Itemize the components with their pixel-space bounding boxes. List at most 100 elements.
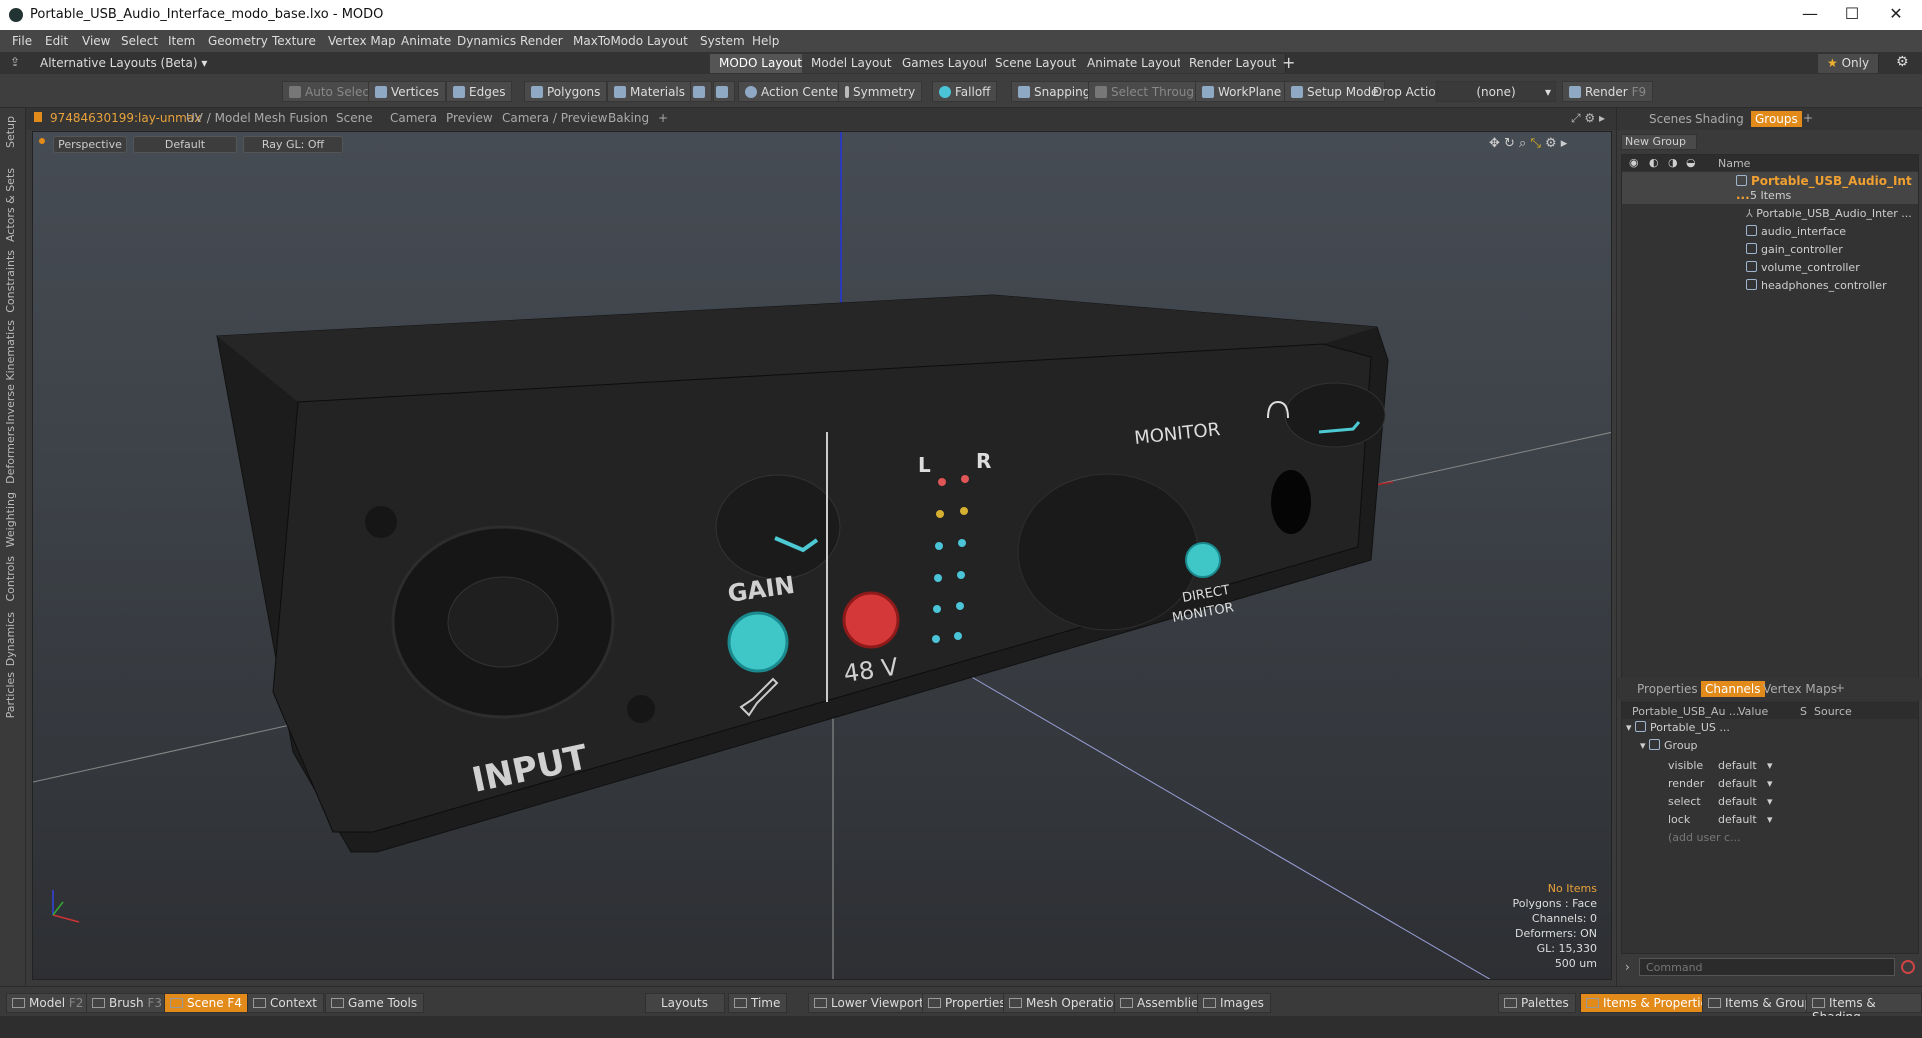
- menu-maxtomodo[interactable]: MaxToModo: [573, 34, 643, 48]
- command-input[interactable]: [1639, 958, 1895, 976]
- bottom-game-tools-button[interactable]: Game Tools: [325, 993, 425, 1013]
- vtab-setup[interactable]: Setup: [4, 116, 17, 148]
- vptab-preview[interactable]: Preview: [446, 111, 493, 125]
- action-center-button[interactable]: Action Center: [738, 81, 850, 102]
- bottom-items-shading-button[interactable]: Items & Shading: [1806, 993, 1922, 1024]
- channel-row[interactable]: select default ▾: [1622, 793, 1918, 811]
- workplane-button[interactable]: WorkPlane: [1195, 81, 1289, 102]
- bottom-lower-viewports-button[interactable]: Lower Viewports: [808, 993, 938, 1013]
- channel-row[interactable]: lock default ▾: [1622, 811, 1918, 829]
- symmetry-button[interactable]: Symmetry: [838, 81, 923, 102]
- menu-edit[interactable]: Edit: [45, 34, 68, 48]
- gear-icon[interactable]: ⚙: [1896, 54, 1909, 70]
- add-user-channel[interactable]: (add user c...: [1668, 831, 1741, 844]
- vtab-weighting[interactable]: Weighting: [4, 492, 17, 547]
- group-child[interactable]: audio_interface: [1746, 225, 1846, 238]
- chevron-down-icon[interactable]: ▾: [1767, 795, 1773, 808]
- 3d-viewport[interactable]: Perspective Default Ray GL: Off ✥ ↻ ⌕ ⤡ …: [32, 131, 1612, 980]
- bottom-images-button[interactable]: Images: [1197, 993, 1271, 1013]
- setup-mode-button[interactable]: Setup Mode: [1284, 81, 1386, 102]
- bottom-model-button[interactable]: Model F2: [6, 993, 91, 1013]
- new-group-button[interactable]: New Group: [1621, 134, 1697, 150]
- menu-file[interactable]: File: [12, 34, 32, 48]
- bottom-scene-button[interactable]: Scene F4: [164, 993, 249, 1013]
- add-layout-button[interactable]: +: [1282, 53, 1295, 72]
- vtab-deformers[interactable]: Deformers: [4, 426, 17, 484]
- vptab-scene[interactable]: Scene: [336, 111, 373, 125]
- vptab-uv-model[interactable]: UV / Model: [186, 111, 251, 125]
- group-child[interactable]: headphones_controller: [1746, 279, 1887, 292]
- tab-shading[interactable]: Shading: [1695, 112, 1744, 126]
- bottom-palettes-button[interactable]: Palettes: [1498, 993, 1576, 1013]
- only-toggle[interactable]: ★ Only: [1818, 54, 1880, 73]
- close-button[interactable]: ✕: [1876, 4, 1916, 26]
- chevron-down-icon[interactable]: ▾: [1767, 759, 1773, 772]
- layout-selector[interactable]: Alternative Layouts (Beta) ▾: [40, 56, 207, 70]
- menu-vertex-map[interactable]: Vertex Map: [328, 34, 396, 48]
- materials-button[interactable]: Materials: [607, 81, 693, 102]
- bottom-brush-button[interactable]: Brush F3: [86, 993, 170, 1013]
- tab-games-layout[interactable]: Games Layout: [893, 54, 999, 73]
- group-child[interactable]: volume_controller: [1746, 261, 1860, 274]
- tab-scenes[interactable]: Scenes: [1649, 112, 1692, 126]
- tab-channels[interactable]: Channels: [1701, 681, 1765, 697]
- menu-animate[interactable]: Animate: [401, 34, 451, 48]
- tab-properties[interactable]: Properties: [1637, 682, 1698, 696]
- menu-layout[interactable]: Layout: [647, 34, 688, 48]
- vtab-actors[interactable]: Actors & Sets: [4, 168, 17, 242]
- group-child[interactable]: ⅄ Portable_USB_Audio_Inter ...: [1746, 207, 1912, 220]
- falloff-button[interactable]: Falloff: [932, 81, 998, 102]
- chevron-down-icon[interactable]: ▾: [1767, 777, 1773, 790]
- bottom-items-properties-button[interactable]: Items & Properties: [1580, 993, 1722, 1013]
- vptab-camera[interactable]: Camera: [390, 111, 437, 125]
- vtab-dynamics[interactable]: Dynamics: [4, 612, 17, 666]
- select-mode-2-icon[interactable]: [713, 81, 735, 102]
- vptab-mesh-fusion[interactable]: Mesh Fusion: [254, 111, 328, 125]
- tab-scene-layout[interactable]: Scene Layout: [986, 54, 1087, 73]
- bottom-time-button[interactable]: Time: [728, 993, 788, 1013]
- select-through-button[interactable]: Select Through: [1088, 81, 1209, 102]
- vertices-button[interactable]: Vertices: [368, 81, 446, 102]
- tab-add-channels[interactable]: +: [1835, 681, 1845, 695]
- channel-group-row[interactable]: ▾ Group: [1640, 739, 1698, 752]
- vtab-ik[interactable]: Inverse Kinematics: [4, 320, 17, 425]
- minimize-button[interactable]: —: [1790, 4, 1830, 26]
- polygons-button[interactable]: Polygons: [524, 81, 608, 102]
- tab-animate-layout[interactable]: Animate Layout: [1078, 54, 1192, 73]
- snapping-button[interactable]: Snapping: [1011, 81, 1098, 102]
- vptab-add[interactable]: +: [658, 111, 668, 125]
- vtab-particles[interactable]: Particles: [4, 672, 17, 718]
- select-mode-icon[interactable]: [690, 81, 712, 102]
- group-row-root[interactable]: Portable_USB_Audio_Int ... 5 Items: [1622, 172, 1918, 204]
- drop-action-select[interactable]: (none) ▾: [1436, 81, 1556, 102]
- menu-dynamics[interactable]: Dynamics: [457, 34, 516, 48]
- tab-model-layout[interactable]: Model Layout: [802, 54, 902, 73]
- chevron-down-icon[interactable]: ▾: [1767, 813, 1773, 826]
- maximize-button[interactable]: ☐: [1832, 4, 1872, 26]
- channel-item-row[interactable]: ▾ Portable_US ...: [1626, 721, 1730, 734]
- viewport-options-icon[interactable]: ⤢ ⚙ ▸: [1571, 111, 1605, 126]
- render-button[interactable]: Render F9: [1562, 81, 1654, 102]
- vtab-constraints[interactable]: Constraints: [4, 250, 17, 313]
- menu-system[interactable]: System: [700, 34, 745, 48]
- channel-row[interactable]: visible default ▾: [1622, 757, 1918, 775]
- channel-row[interactable]: render default ▾: [1622, 775, 1918, 793]
- auto-select-button[interactable]: Auto Select: [282, 81, 381, 102]
- tab-render-layout[interactable]: Render Layout: [1180, 54, 1287, 73]
- menu-texture[interactable]: Texture: [272, 34, 316, 48]
- menu-geometry[interactable]: Geometry: [208, 34, 268, 48]
- bottom-properties-button[interactable]: Properties: [922, 993, 1013, 1013]
- tab-modo-layout[interactable]: MODO Layout: [710, 54, 813, 73]
- vptab-baking[interactable]: Baking: [608, 111, 649, 125]
- vptab-camera-preview[interactable]: Camera / Preview: [502, 111, 607, 125]
- bottom-context-button[interactable]: Context: [247, 993, 325, 1013]
- vtab-controls[interactable]: Controls: [4, 556, 17, 602]
- group-child[interactable]: gain_controller: [1746, 243, 1843, 256]
- menu-help[interactable]: Help: [752, 34, 779, 48]
- tab-add-panel[interactable]: +: [1803, 111, 1813, 125]
- tab-groups[interactable]: Groups: [1751, 111, 1802, 127]
- menu-select[interactable]: Select: [121, 34, 158, 48]
- menu-item[interactable]: Item: [168, 34, 195, 48]
- layout-pin-icon[interactable]: ⇪: [10, 55, 20, 69]
- menu-render[interactable]: Render: [520, 34, 563, 48]
